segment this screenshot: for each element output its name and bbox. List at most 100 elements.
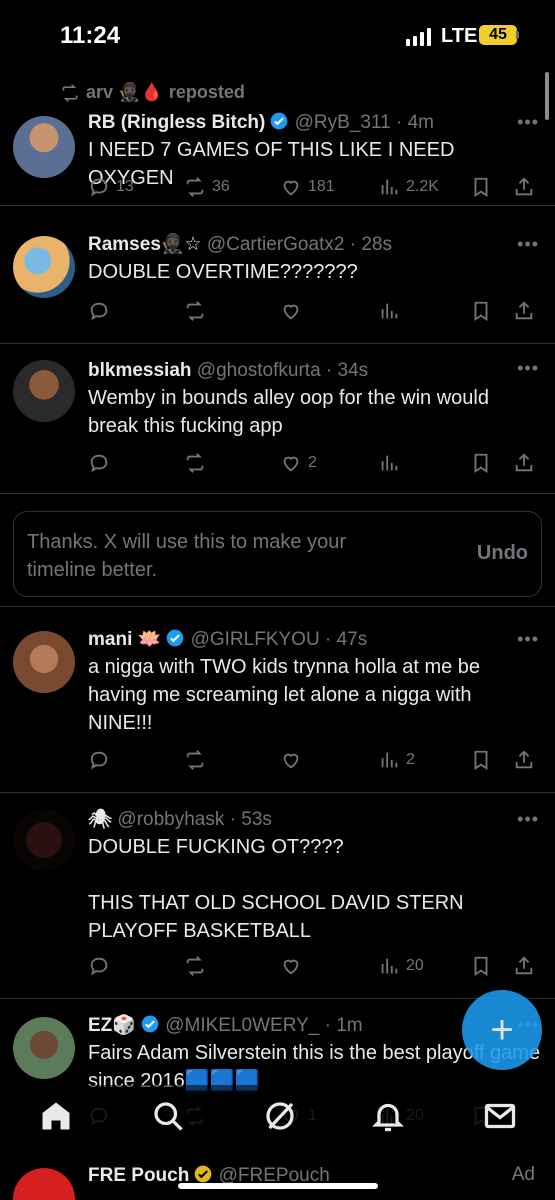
views-button[interactable]: 20 <box>378 955 424 977</box>
nav-grok[interactable] <box>262 1098 298 1134</box>
share-icon <box>515 301 533 320</box>
ad-name[interactable]: FRE Pouch <box>88 1165 189 1186</box>
bookmark-button[interactable] <box>470 452 492 474</box>
post-3[interactable]: blkmessiah @ghostofkurta · 34s Wemby in … <box>0 344 555 494</box>
more-icon[interactable]: ••• <box>517 358 539 379</box>
repost-icon <box>186 177 204 197</box>
repost-header[interactable]: arv 🥷🏿🩸 reposted <box>60 82 245 103</box>
undo-button[interactable]: Undo <box>477 542 528 565</box>
post-1[interactable]: RB (Ringless Bitch) @RyB_311 · 4m I NEED… <box>0 110 555 206</box>
author-name[interactable]: blkmessiah <box>88 360 192 381</box>
author-name[interactable]: 🕷 <box>88 809 112 830</box>
like-count: 2 <box>308 454 317 471</box>
like-button[interactable]: 181 <box>280 176 335 198</box>
bookmark-button[interactable] <box>470 176 492 198</box>
reply-button[interactable]: 13 <box>88 176 134 198</box>
like-button[interactable] <box>280 300 302 322</box>
repost-count: 36 <box>212 178 230 195</box>
ad-avatar[interactable] <box>13 1168 75 1200</box>
feedback-card: Thanks. X will use this to make your tim… <box>13 511 542 597</box>
post-2[interactable]: Ramses🥷🏿☆ @CartierGoatx2 · 28s DOUBLE OV… <box>0 206 555 344</box>
bookmark-button[interactable] <box>470 955 492 977</box>
views-button[interactable]: 2 <box>378 749 415 771</box>
action-bar: 2 <box>88 749 541 775</box>
avatar[interactable] <box>13 1017 75 1079</box>
repost-button[interactable] <box>184 452 206 474</box>
author-handle[interactable]: @RyB_311 <box>295 112 391 133</box>
reply-button[interactable] <box>88 955 110 977</box>
repost-user: arv 🥷🏿🩸 <box>86 82 163 102</box>
repost-button[interactable] <box>184 955 206 977</box>
nav-home[interactable] <box>38 1098 74 1134</box>
author-name[interactable]: RB (Ringless Bitch) <box>88 112 265 133</box>
author-handle[interactable]: @robbyhask <box>117 809 224 830</box>
action-bar <box>88 300 541 326</box>
plus-icon: + <box>490 1008 514 1052</box>
author-handle[interactable]: @ghostofkurta <box>197 360 321 381</box>
avatar[interactable] <box>13 360 75 422</box>
repost-icon <box>186 956 204 976</box>
post-5[interactable]: 🕷 @robbyhask · 53s DOUBLE FUCKING OT????… <box>0 793 555 999</box>
avatar[interactable] <box>13 809 75 871</box>
more-icon[interactable]: ••• <box>517 112 539 133</box>
post-time: 34s <box>337 360 369 381</box>
repost-icon <box>186 301 204 321</box>
author-name[interactable]: mani 🪷 <box>88 629 161 650</box>
repost-icon <box>186 453 204 473</box>
ad-post[interactable]: FRE Pouch @FREPouch Ad <box>0 1158 555 1200</box>
search-icon <box>154 1102 183 1131</box>
compose-button[interactable]: + <box>462 990 542 1070</box>
verified-gold-icon <box>195 1165 212 1183</box>
nav-messages[interactable] <box>482 1098 518 1134</box>
action-bar: 20 <box>88 955 541 981</box>
nav-search[interactable] <box>150 1098 186 1134</box>
views-button[interactable]: 2.2K <box>378 176 439 198</box>
share-button[interactable] <box>513 300 535 322</box>
repost-icon <box>186 750 204 770</box>
reply-button[interactable] <box>88 749 110 771</box>
repost-label: reposted <box>168 82 245 102</box>
bookmark-button[interactable] <box>470 300 492 322</box>
like-button[interactable]: 2 <box>280 452 317 474</box>
post-time: 53s <box>241 809 272 830</box>
share-button[interactable] <box>513 749 535 771</box>
author-name[interactable]: Ramses🥷🏿☆ <box>88 234 202 255</box>
more-icon[interactable]: ••• <box>517 809 539 830</box>
repost-button[interactable] <box>184 300 206 322</box>
reply-icon <box>90 454 108 473</box>
more-icon[interactable]: ••• <box>517 234 539 255</box>
repost-button[interactable] <box>184 749 206 771</box>
post-time: 47s <box>336 629 368 650</box>
share-button[interactable] <box>513 955 535 977</box>
avatar[interactable] <box>13 116 75 178</box>
views-button[interactable] <box>378 452 400 474</box>
reply-button[interactable] <box>88 300 110 322</box>
share-icon <box>515 956 533 975</box>
ad-label: Ad <box>511 1164 535 1185</box>
like-button[interactable] <box>280 749 302 771</box>
home-indicator[interactable] <box>178 1183 378 1189</box>
verified-icon <box>166 629 184 647</box>
share-button[interactable] <box>513 176 535 198</box>
author-handle[interactable]: @MIKEL0WERY_ <box>165 1015 319 1036</box>
more-icon[interactable]: ••• <box>517 629 539 650</box>
views-button[interactable] <box>378 300 400 322</box>
share-button[interactable] <box>513 452 535 474</box>
nav-notifications[interactable] <box>370 1098 406 1134</box>
bookmark-icon <box>474 750 488 770</box>
avatar[interactable] <box>13 236 75 298</box>
author-name[interactable]: EZ🎲 <box>88 1015 136 1036</box>
heart-icon <box>283 456 299 472</box>
verified-icon <box>271 112 288 130</box>
avatar[interactable] <box>13 631 75 693</box>
author-handle[interactable]: @CartierGoatx2 <box>207 234 345 255</box>
views-icon <box>381 303 398 319</box>
repost-button[interactable]: 36 <box>184 176 230 198</box>
like-button[interactable] <box>280 955 302 977</box>
reply-button[interactable] <box>88 452 110 474</box>
author-handle[interactable]: @GIRLFKYOU <box>191 629 320 650</box>
heart-icon <box>283 304 299 320</box>
post-4[interactable]: mani 🪷 @GIRLFKYOU · 47s a nigga with TWO… <box>0 607 555 793</box>
bell-icon <box>372 1103 404 1132</box>
bookmark-button[interactable] <box>470 749 492 771</box>
